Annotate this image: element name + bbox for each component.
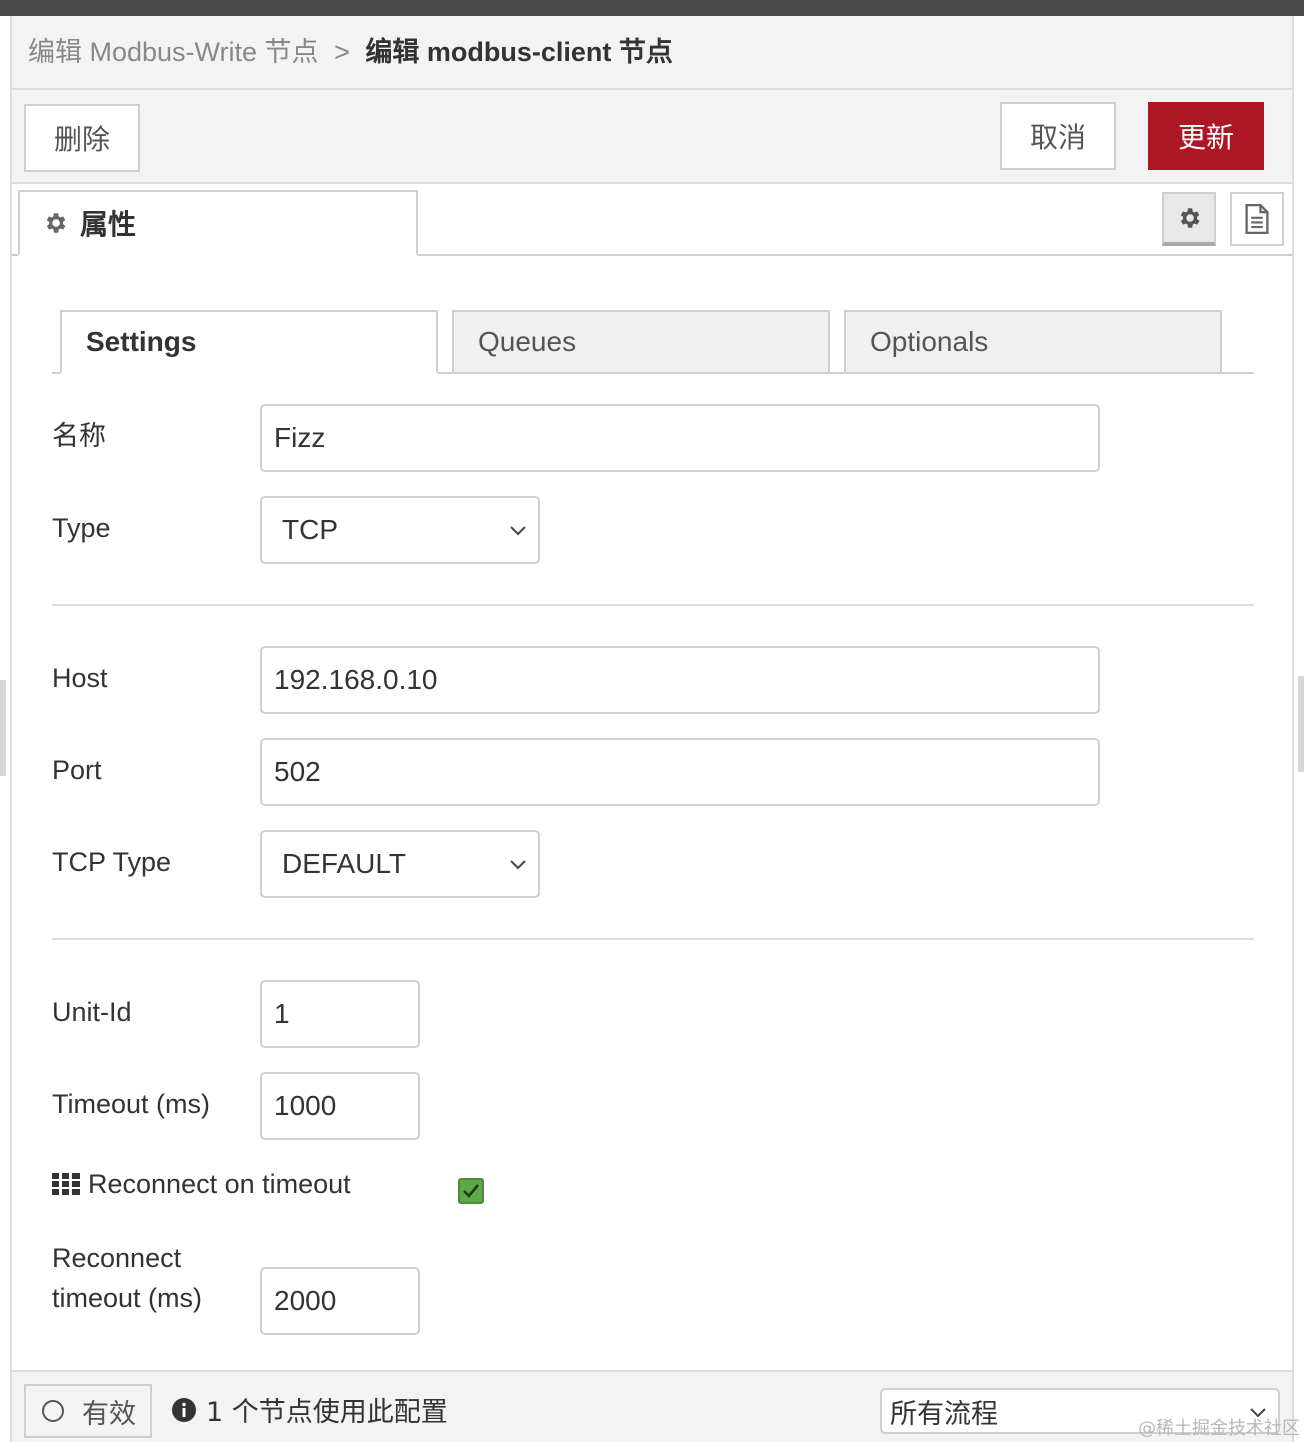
host-label: Host	[52, 663, 108, 693]
right-resize-handle[interactable]	[1298, 676, 1304, 772]
tcp-type-select-value: DEFAULT	[282, 848, 406, 879]
valid-label: 有效	[82, 1398, 136, 1430]
port-input[interactable]: 502	[260, 738, 1100, 806]
breadcrumb-separator: >	[334, 37, 350, 67]
window-top-bar	[0, 0, 1304, 16]
timeout-label: Timeout (ms)	[52, 1089, 211, 1119]
reconnect-timeout-label-line1: Reconnect	[52, 1243, 182, 1273]
tab-queues[interactable]: Queues	[452, 310, 830, 374]
cancel-button[interactable]: 取消	[1000, 102, 1116, 170]
section-divider	[52, 604, 1254, 606]
node-usage-text: 1 个节点使用此配置	[206, 1397, 448, 1428]
timeout-input[interactable]: 1000	[260, 1072, 420, 1140]
tab-settings[interactable]: Settings	[60, 310, 438, 374]
unit-id-input[interactable]: 1	[260, 980, 420, 1048]
circle-icon	[42, 1400, 64, 1422]
reconnect-on-timeout-label: Reconnect on timeout	[52, 1166, 351, 1202]
reconnect-timeout-label-line2: timeout (ms)	[52, 1283, 203, 1313]
reconnect-on-timeout-checkbox[interactable]	[458, 1178, 484, 1204]
reconnect-on-timeout-text: Reconnect on timeout	[88, 1169, 351, 1199]
delete-button[interactable]: 删除	[24, 104, 140, 172]
node-description-tab-button[interactable]	[1230, 192, 1284, 246]
watermark: @稀土掘金技术社区	[1138, 1418, 1300, 1439]
node-usage-info: 1 个节点使用此配置	[172, 1390, 448, 1429]
document-icon	[1245, 204, 1269, 234]
node-settings-tab-button[interactable]	[1162, 192, 1216, 246]
gear-icon	[46, 213, 66, 233]
tcp-type-select[interactable]: DEFAULT	[260, 830, 540, 898]
chevron-down-icon	[510, 860, 526, 870]
section-divider	[52, 938, 1254, 940]
tcp-type-label: TCP Type	[52, 847, 172, 877]
dialog-toolbar: 删除 取消 更新	[12, 90, 1292, 184]
flow-scope-value: 所有流程	[890, 1398, 998, 1430]
check-icon	[463, 1184, 480, 1198]
type-select-value: TCP	[282, 514, 338, 545]
name-input[interactable]: Fizz	[260, 404, 1100, 472]
tab-row: 属性	[12, 184, 1292, 256]
dialog-header: 编辑 Modbus-Write 节点 > 编辑 modbus-client 节点	[12, 16, 1292, 90]
left-resize-handle[interactable]	[0, 680, 6, 776]
edit-dialog: 编辑 Modbus-Write 节点 > 编辑 modbus-client 节点…	[10, 16, 1294, 1442]
tab-optionals[interactable]: Optionals	[844, 310, 1222, 374]
valid-toggle-button[interactable]: 有效	[24, 1384, 152, 1438]
breadcrumb: 编辑 Modbus-Write 节点 > 编辑 modbus-client 节点	[28, 34, 673, 70]
host-input[interactable]: 192.168.0.10	[260, 646, 1100, 714]
type-label: Type	[52, 513, 111, 543]
port-label: Port	[52, 755, 102, 785]
name-label: 名称	[52, 421, 106, 451]
type-select[interactable]: TCP	[260, 496, 540, 564]
breadcrumb-prev[interactable]: 编辑 Modbus-Write 节点	[28, 37, 319, 67]
tab-properties-label: 属性	[80, 208, 137, 241]
gear-icon	[1180, 208, 1200, 228]
reconnect-timeout-input[interactable]: 2000	[260, 1267, 420, 1335]
grid-icon	[52, 1173, 80, 1195]
tab-properties[interactable]: 属性	[18, 190, 418, 256]
reconnect-timeout-label: Reconnect timeout (ms)	[52, 1240, 202, 1316]
chevron-down-icon	[510, 526, 526, 536]
settings-subtabs: Settings Queues Optionals	[52, 310, 1254, 374]
dialog-footer: 有效 1 个节点使用此配置 所有流程	[12, 1370, 1292, 1442]
unit-id-label: Unit-Id	[52, 997, 132, 1027]
update-button[interactable]: 更新	[1148, 102, 1264, 170]
info-icon	[172, 1397, 196, 1422]
breadcrumb-current: 编辑 modbus-client 节点	[365, 37, 673, 67]
